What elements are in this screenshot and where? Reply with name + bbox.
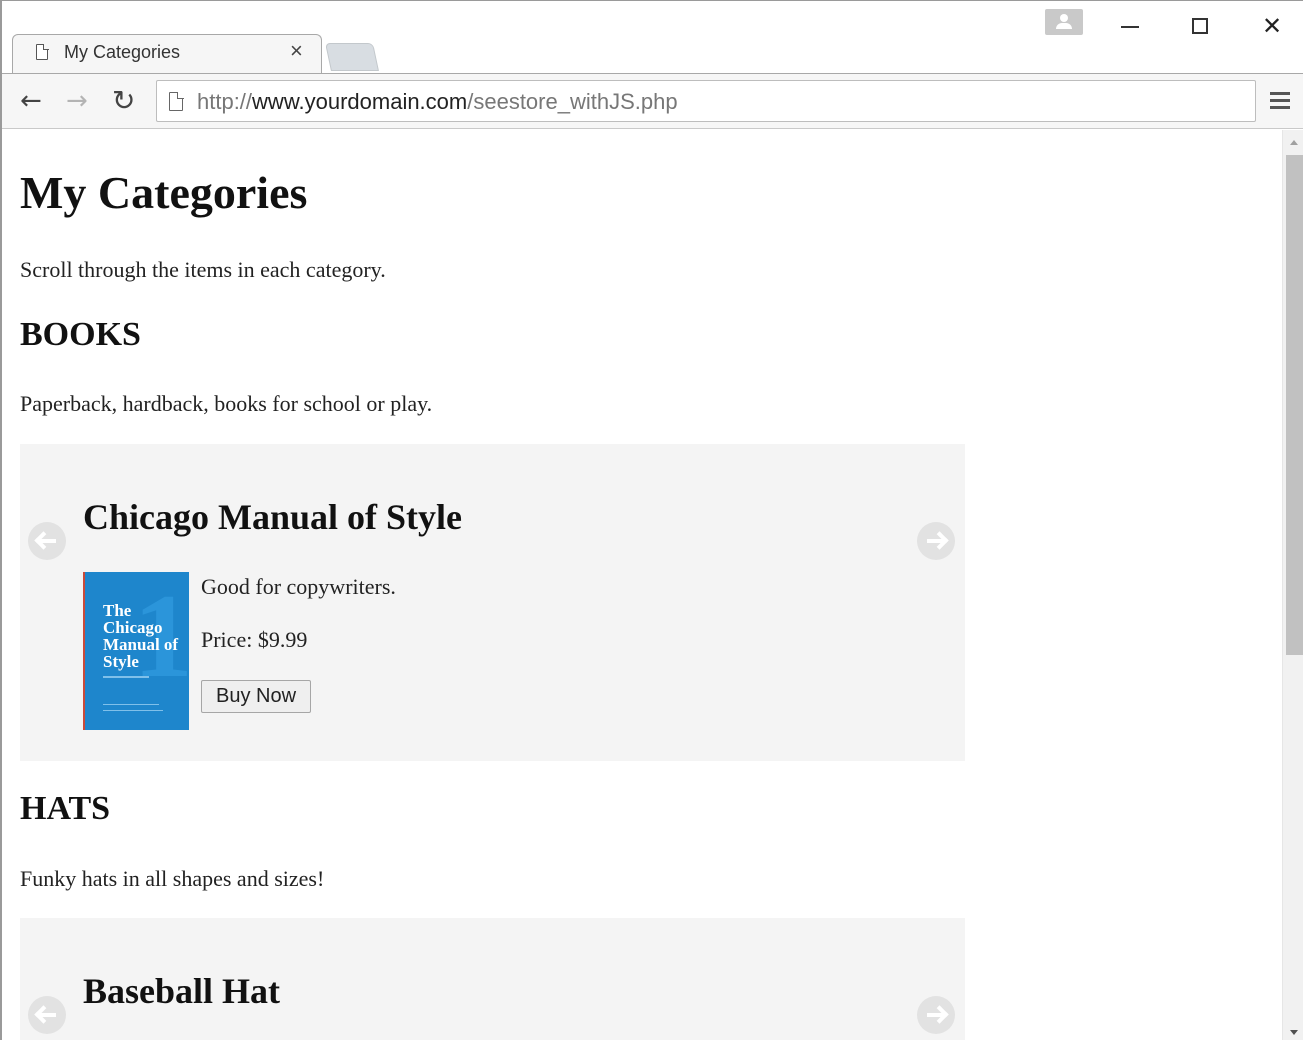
category-description-hats: Funky hats in all shapes and sizes! <box>20 866 325 891</box>
books-carousel: Chicago Manual of Style 17 The Chicago M… <box>20 444 965 761</box>
vertical-scrollbar[interactable] <box>1282 130 1303 1040</box>
maximize-icon <box>1192 18 1208 34</box>
cover-title: The Chicago Manual of Style <box>103 601 179 671</box>
item-title: Baseball Hat <box>83 971 281 1011</box>
back-arrow-icon[interactable]: ← <box>20 86 42 116</box>
minimize-button[interactable] <box>1107 9 1153 43</box>
new-tab-button[interactable] <box>325 43 379 71</box>
reload-icon[interactable]: ↻ <box>112 86 135 116</box>
hamburger-menu-icon[interactable] <box>1270 92 1290 110</box>
arrow-right-circle-icon[interactable] <box>917 996 955 1034</box>
item-description: Good for copywriters. <box>201 574 396 599</box>
scroll-up-arrow-icon[interactable] <box>1290 140 1298 145</box>
browser-window: My Categories × ✕ ← → ↻ http://www.yourd… <box>0 0 1303 1040</box>
page-icon <box>36 43 49 60</box>
minimize-icon <box>1121 26 1139 28</box>
scroll-down-arrow-icon[interactable] <box>1290 1030 1298 1035</box>
url-text[interactable]: http://www.yourdomain.com/seestore_withJ… <box>197 89 678 115</box>
item-price: Price: $9.99 <box>201 627 308 652</box>
close-window-button[interactable]: ✕ <box>1249 9 1295 43</box>
profile-icon[interactable] <box>1045 9 1083 35</box>
forward-arrow-icon[interactable]: → <box>66 86 88 116</box>
scrollbar-thumb[interactable] <box>1286 155 1303 655</box>
arrow-left-circle-icon[interactable] <box>28 522 66 560</box>
cover-rule <box>103 704 159 705</box>
address-bar[interactable]: http://www.yourdomain.com/seestore_withJ… <box>156 80 1256 122</box>
url-scheme: http:// <box>197 89 253 114</box>
page-intro: Scroll through the items in each categor… <box>20 257 386 282</box>
tab-close-icon[interactable]: × <box>290 40 303 62</box>
url-host: www.yourdomain.com <box>252 89 468 114</box>
item-title: Chicago Manual of Style <box>83 497 463 537</box>
url-path: /seestore_withJS.php <box>467 89 678 114</box>
cover-rule <box>103 710 163 711</box>
arrow-right-circle-icon[interactable] <box>917 522 955 560</box>
browser-tab-content[interactable]: My Categories × <box>12 34 322 74</box>
book-cover-image: 17 The Chicago Manual of Style <box>83 572 189 730</box>
category-heading-hats: HATS <box>20 790 111 827</box>
page-viewport: My Categories Scroll through the items i… <box>2 130 1282 1040</box>
tab-title: My Categories <box>64 42 181 62</box>
page-title: My Categories <box>20 167 308 218</box>
category-heading-books: BOOKS <box>20 316 141 353</box>
hats-carousel: Baseball Hat <box>20 918 965 1040</box>
page-icon <box>169 91 184 111</box>
cover-rule <box>103 676 149 678</box>
category-description-books: Paperback, hardback, books for school or… <box>20 391 433 416</box>
buy-now-button[interactable]: Buy Now <box>201 680 311 713</box>
maximize-button[interactable] <box>1178 9 1224 43</box>
arrow-left-circle-icon[interactable] <box>28 996 66 1034</box>
title-bar: My Categories × ✕ <box>2 1 1303 74</box>
browser-toolbar: ← → ↻ http://www.yourdomain.com/seestore… <box>2 73 1303 129</box>
